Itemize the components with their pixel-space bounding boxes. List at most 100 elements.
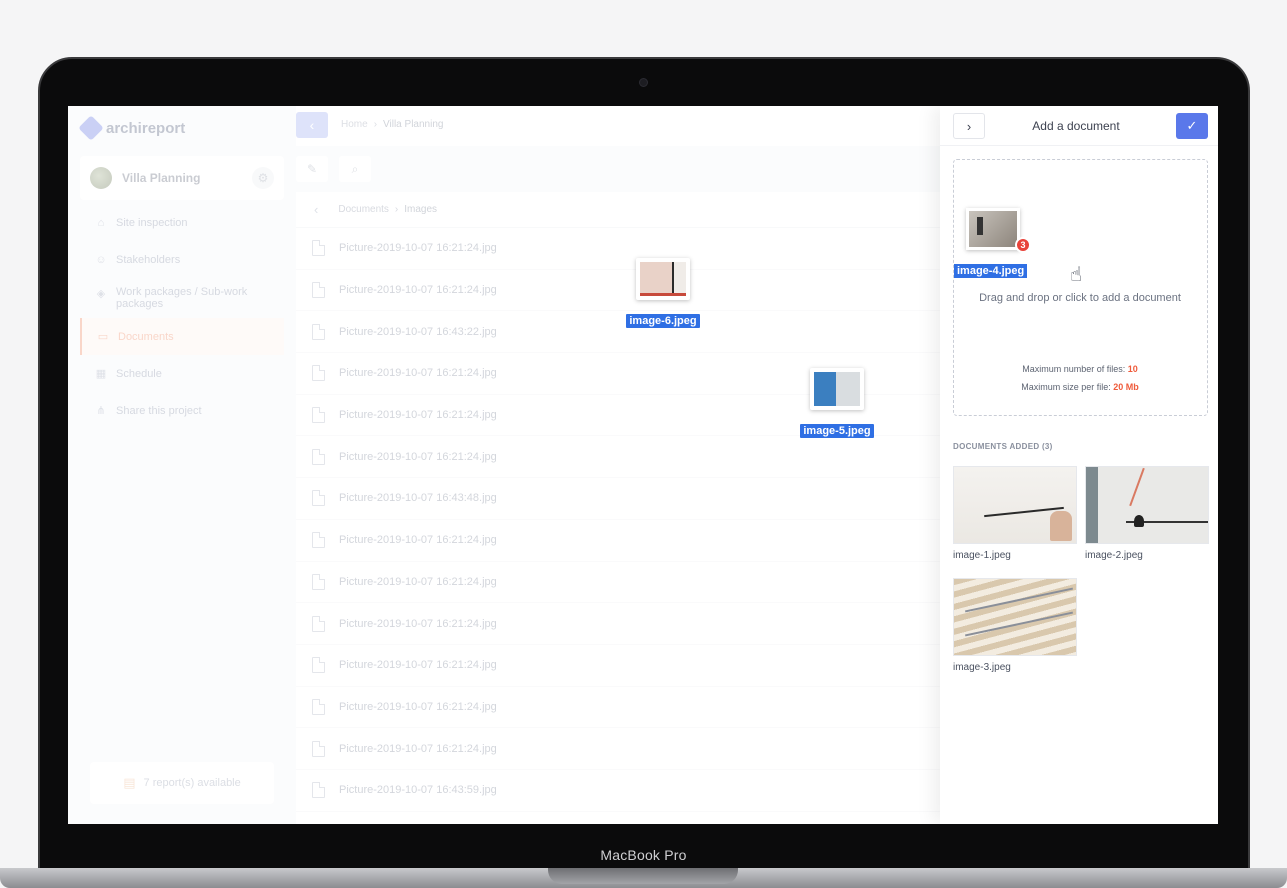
chevron-left-icon: ‹ [309, 117, 315, 133]
panel-header: › Add a document ✓ [940, 106, 1218, 146]
path-images: Images [404, 204, 438, 215]
document-thumbnail[interactable]: image-2.jpeg [1085, 466, 1209, 561]
file-path: ‹ Documents › Images [296, 192, 940, 228]
file-row[interactable]: Picture-2019-10-07 16:21:24.jpg [296, 520, 940, 562]
sidebar-item-label: Work packages / Sub-work packages [116, 286, 248, 310]
max-size-label: Maximum size per file: [1021, 382, 1111, 392]
sidebar-item-share[interactable]: ⋔ Share this project [80, 392, 284, 429]
file-name: Picture-2019-10-07 16:21:24.jpg [339, 700, 497, 713]
sidebar-nav: ⌂ Site inspection ☺ Stakeholders ◈ Work … [80, 204, 284, 429]
file-icon [312, 532, 325, 549]
dropzone[interactable]: 3 image-4.jpeg ☝ Drag and drop or click … [953, 159, 1208, 416]
file-row[interactable]: Picture-2019-10-07 16:21:24.jpg [296, 436, 940, 479]
sidebar-item-site-inspection[interactable]: ⌂ Site inspection [80, 204, 284, 241]
camera-icon [639, 78, 648, 87]
dropzone-instruction: Drag and drop or click to add a document [979, 292, 1181, 304]
users-icon: ☺ [95, 253, 107, 266]
sidebar-item-documents[interactable]: ▭ Documents [80, 318, 284, 355]
file-icon [312, 282, 325, 299]
breadcrumb-separator: › [373, 119, 378, 130]
sidebar-item-label: Schedule [116, 367, 162, 380]
max-size-value: 20 Mb [1113, 382, 1139, 392]
file-row[interactable]: Picture-2019-10-07 16:21:24.jpg [296, 562, 940, 604]
document-thumbnail[interactable]: image-3.jpeg [953, 578, 1077, 673]
file-name: Picture-2019-10-07 16:21:24.jpg [339, 575, 497, 588]
project-card[interactable]: Villa Planning ⚙ [80, 156, 284, 200]
file-row[interactable]: Picture-2019-10-07 16:21:24.jpg [296, 603, 940, 645]
file-row[interactable]: Picture-2019-10-07 16:43:59.jpg [296, 770, 940, 812]
file-name: Picture-2019-10-07 16:21:24.jpg [339, 742, 497, 755]
document-image [953, 466, 1077, 544]
file-count-badge: 3 [1015, 237, 1031, 253]
sidebar: archireport Villa Planning ⚙ ⌂ Site insp… [68, 106, 296, 824]
report-icon: ▤ [123, 775, 136, 790]
device-label: MacBook Pro [600, 847, 687, 863]
home-icon: ⌂ [97, 216, 105, 229]
document-name: image-3.jpeg [953, 662, 1011, 673]
path-documents[interactable]: Documents [338, 204, 389, 215]
box-icon: ◈ [96, 287, 106, 300]
dragged-file-name: image-4.jpeg [954, 264, 1028, 278]
file-name: Picture-2019-10-07 16:21:24.jpg [339, 450, 497, 463]
chevron-left-icon[interactable]: ‹ [314, 202, 318, 217]
sidebar-item-work-packages[interactable]: ◈ Work packages / Sub-work packages [80, 278, 284, 318]
reports-button[interactable]: ▤ 7 report(s) available [90, 762, 274, 804]
confirm-button[interactable]: ✓ [1176, 113, 1208, 139]
dragged-thumbnail [636, 258, 690, 300]
logo-icon [78, 115, 104, 141]
file-icon [312, 323, 325, 340]
file-icon [312, 657, 325, 674]
file-icon [312, 573, 325, 590]
document-name: image-2.jpeg [1085, 550, 1143, 561]
screen: archireport Villa Planning ⚙ ⌂ Site insp… [68, 106, 1218, 824]
file-icon [312, 615, 325, 632]
brand-name: archireport [106, 119, 186, 137]
file-icon [312, 740, 325, 757]
search-button[interactable]: ⌕ [339, 156, 371, 182]
file-row[interactable]: Picture-2019-10-07 16:21:24.jpg [296, 645, 940, 687]
file-name: Picture-2019-10-07 16:21:24.jpg [339, 409, 497, 422]
dragged-file-name: image-5.jpeg [800, 424, 874, 438]
file-icon [312, 407, 325, 424]
file-icon [312, 490, 325, 507]
share-icon: ⋔ [96, 405, 106, 417]
max-files-label: Maximum number of files: [1022, 364, 1126, 374]
dropzone-limits: Maximum number of files: 10 Maximum size… [954, 360, 1206, 396]
calendar-icon: ▦ [95, 368, 107, 380]
file-icon [312, 698, 325, 715]
file-name: Picture-2019-10-07 16:21:24.jpg [339, 242, 497, 255]
back-button[interactable]: ‹ [296, 112, 328, 138]
file-row[interactable]: Picture-2019-10-07 16:21:24.jpg [296, 728, 940, 770]
file-icon [312, 240, 325, 257]
path-separator: › [394, 204, 399, 215]
topbar: ‹ Home › Villa Planning [296, 106, 940, 146]
file-name: Picture-2019-10-07 16:21:24.jpg [339, 617, 497, 630]
breadcrumb-home[interactable]: Home [341, 119, 368, 130]
document-thumbnail[interactable]: image-1.jpeg [953, 466, 1077, 561]
file-icon [312, 448, 325, 465]
folder-icon: ▭ [97, 331, 109, 343]
document-image [953, 578, 1077, 656]
edit-button[interactable]: ✎ [296, 156, 328, 182]
sidebar-item-label: Site inspection [116, 216, 188, 229]
check-icon: ✓ [1186, 118, 1198, 133]
file-row[interactable]: Picture-2019-10-07 16:43:48.jpg [296, 478, 940, 520]
file-name: Picture-2019-10-07 16:21:24.jpg [339, 659, 497, 672]
sidebar-item-label: Documents [118, 330, 174, 343]
app-background: archireport Villa Planning ⚙ ⌂ Site insp… [68, 106, 940, 824]
document-image [1085, 466, 1209, 544]
file-name: Picture-2019-10-07 16:43:59.jpg [339, 784, 497, 797]
gear-icon[interactable]: ⚙ [252, 167, 274, 189]
max-files-value: 10 [1127, 364, 1138, 374]
sidebar-item-stakeholders[interactable]: ☺ Stakeholders [80, 241, 284, 278]
toolbar: ✎ ⌕ [296, 156, 940, 184]
sidebar-item-label: Stakeholders [116, 253, 181, 266]
dragged-file-image-6[interactable]: image-6.jpeg [618, 258, 708, 329]
search-icon: ⌕ [351, 161, 359, 176]
logo[interactable]: archireport [78, 115, 186, 141]
sidebar-item-schedule[interactable]: ▦ Schedule [80, 355, 284, 392]
documents-added-title: DOCUMENTS ADDED (3) [953, 442, 1053, 451]
file-row[interactable]: Picture-2019-10-07 16:21:24.jpg [296, 687, 940, 729]
dragged-file-image-5[interactable]: image-5.jpeg [792, 368, 882, 439]
sidebar-item-label: Share this project [116, 404, 202, 417]
